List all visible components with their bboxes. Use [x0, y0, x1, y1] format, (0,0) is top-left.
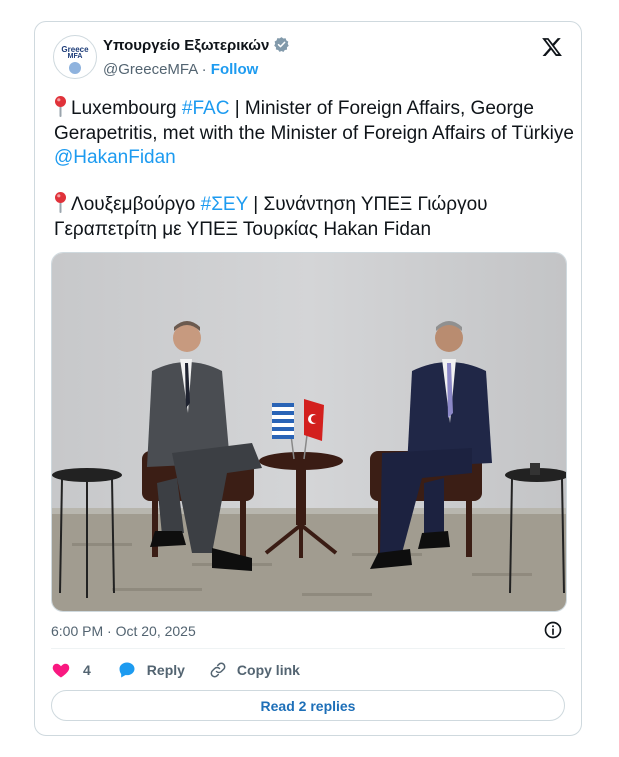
read-replies-button[interactable]: Read 2 replies [51, 690, 565, 721]
tweet-card: Greece MFA Υπουργείο Εξωτερικών @GreeceM… [34, 21, 582, 736]
hashtag-link[interactable]: #FAC [182, 98, 230, 119]
account-name-row[interactable]: Υπουργείο Εξωτερικών [103, 36, 290, 54]
reply-button[interactable]: Reply [117, 660, 185, 680]
separator-dot: · [201, 61, 207, 78]
tweet-text-greek: Λουξεμβούργο #ΣΕΥ | Συνάντηση ΥΠΕΞ Γιώργ… [54, 191, 574, 242]
action-bar: 4 Reply Copy link [51, 660, 300, 680]
pin-icon [55, 96, 66, 117]
location-text-greek: Λουξεμβούργο [71, 194, 196, 215]
copy-link-label: Copy link [236, 662, 300, 678]
like-button[interactable]: 4 [51, 660, 91, 680]
tweet-photo[interactable] [51, 252, 567, 612]
avatar-seal [69, 62, 81, 74]
x-logo-icon[interactable] [541, 36, 563, 58]
divider [51, 648, 565, 649]
heart-icon [52, 663, 70, 678]
reply-bubble-icon [119, 662, 135, 678]
location-text: Luxembourg [71, 98, 177, 119]
avatar[interactable]: Greece MFA [53, 35, 97, 79]
link-icon [210, 662, 226, 678]
verified-badge-icon [274, 37, 290, 52]
tweet-text-english: Luxembourg #FAC | Minister of Foreign Af… [54, 95, 574, 171]
hashtag-link-greek[interactable]: #ΣΕΥ [201, 194, 248, 215]
account-handle[interactable]: @GreeceMFA [103, 61, 197, 78]
meeting-photo-illustration [52, 253, 566, 611]
timestamp[interactable]: 6:00 PM · Oct 20, 2025 [51, 623, 196, 639]
info-icon[interactable] [543, 620, 563, 640]
reply-label: Reply [146, 662, 185, 678]
pin-icon [55, 192, 66, 213]
copy-link-button[interactable]: Copy link [209, 661, 300, 679]
read-replies-label: Read 2 replies [260, 697, 356, 714]
like-count: 4 [83, 662, 91, 678]
account-name[interactable]: Υπουργείο Εξωτερικών [103, 37, 269, 54]
mention-link[interactable]: @HakanFidan [54, 147, 176, 168]
follow-button[interactable]: Follow [211, 61, 259, 78]
handle-row: @GreeceMFA · Follow [103, 61, 258, 78]
avatar-text-line2: MFA [67, 53, 83, 60]
